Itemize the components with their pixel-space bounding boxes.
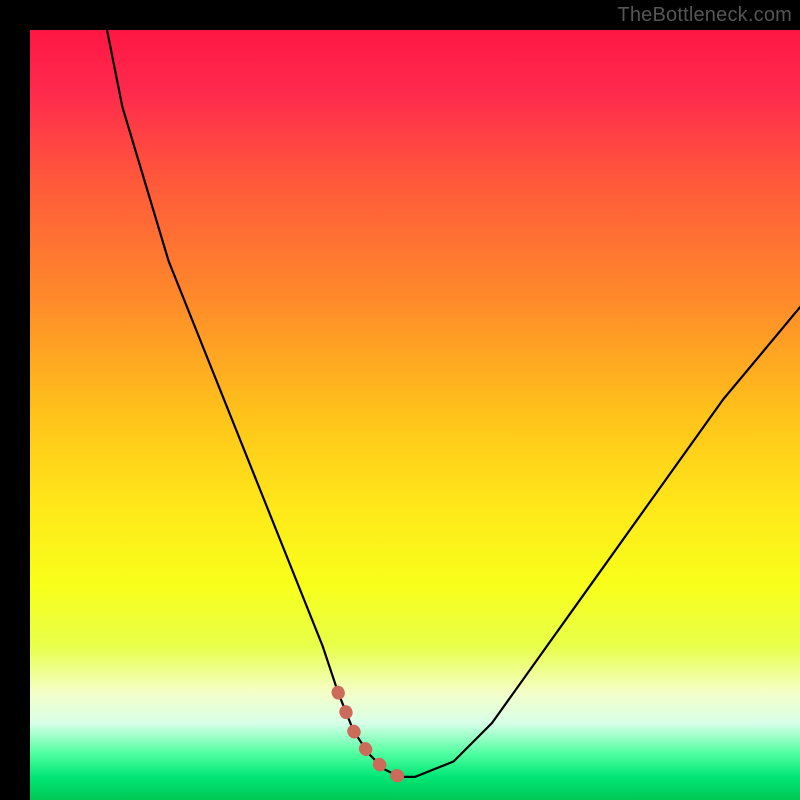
- watermark-text: TheBottleneck.com: [617, 4, 792, 27]
- bottleneck-chart: [0, 0, 800, 800]
- chart-plot-area: [30, 30, 800, 800]
- chart-container: TheBottleneck.com: [0, 0, 800, 800]
